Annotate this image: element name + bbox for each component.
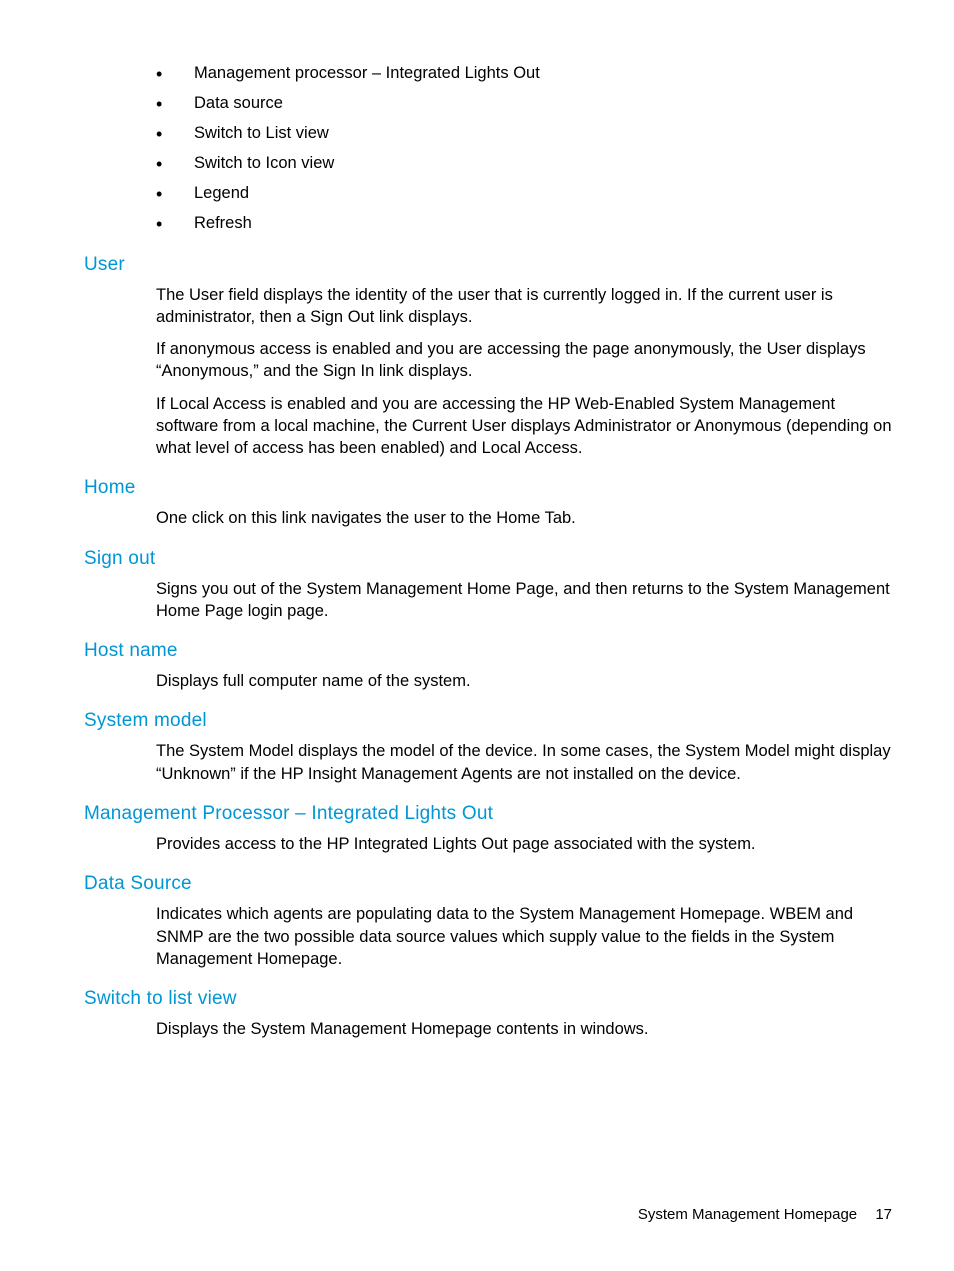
paragraph: Signs you out of the System Management H… xyxy=(156,578,894,623)
paragraph: Provides access to the HP Integrated Lig… xyxy=(156,833,894,855)
list-item: Switch to Icon view xyxy=(156,152,894,175)
paragraph: Indicates which agents are populating da… xyxy=(156,903,894,970)
heading-host-name: Host name xyxy=(84,640,894,662)
heading-switch-to-list-view: Switch to list view xyxy=(84,988,894,1010)
paragraph: Displays full computer name of the syste… xyxy=(156,670,894,692)
list-item: Data source xyxy=(156,92,894,115)
heading-management-processor: Management Processor – Integrated Lights… xyxy=(84,803,894,825)
list-item: Switch to List view xyxy=(156,122,894,145)
page-number: 17 xyxy=(875,1206,892,1223)
bullet-list: Management processor – Integrated Lights… xyxy=(156,62,894,236)
list-item: Management processor – Integrated Lights… xyxy=(156,62,894,85)
list-item: Legend xyxy=(156,182,894,205)
list-item: Refresh xyxy=(156,212,894,235)
paragraph: If anonymous access is enabled and you a… xyxy=(156,338,894,383)
paragraph: The User field displays the identity of … xyxy=(156,284,894,329)
paragraph: If Local Access is enabled and you are a… xyxy=(156,393,894,460)
heading-user: User xyxy=(84,254,894,276)
heading-data-source: Data Source xyxy=(84,873,894,895)
footer-label: System Management Homepage xyxy=(638,1206,857,1223)
paragraph: Displays the System Management Homepage … xyxy=(156,1018,894,1040)
paragraph: The System Model displays the model of t… xyxy=(156,740,894,785)
heading-sign-out: Sign out xyxy=(84,548,894,570)
heading-home: Home xyxy=(84,477,894,499)
heading-system-model: System model xyxy=(84,710,894,732)
paragraph: One click on this link navigates the use… xyxy=(156,507,894,529)
page-footer: System Management Homepage 17 xyxy=(638,1206,892,1223)
